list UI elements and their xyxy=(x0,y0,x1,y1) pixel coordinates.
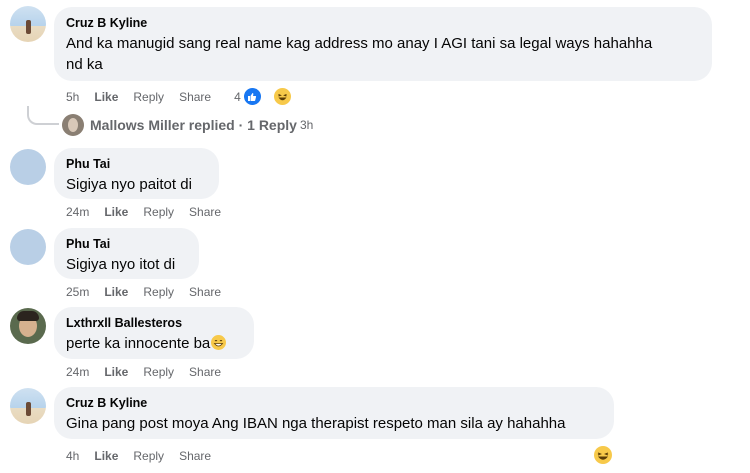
comment-time[interactable]: 24m xyxy=(66,205,89,219)
comment-text-line: nd ka xyxy=(66,56,103,73)
comment-time[interactable]: 25m xyxy=(66,285,89,299)
share-button[interactable]: Share xyxy=(189,365,221,379)
haha-icon xyxy=(272,87,292,106)
comment-text: Sigiya nyo paitot di xyxy=(66,176,192,193)
comment-bubble: Cruz B Kyline Gina pang post moya Ang IB… xyxy=(54,387,614,439)
comment-actions: 24m Like Reply Share xyxy=(66,365,236,379)
avatar[interactable] xyxy=(10,388,46,424)
share-button[interactable]: Share xyxy=(189,205,221,219)
reactions[interactable] xyxy=(242,87,307,106)
like-button[interactable]: Like xyxy=(104,285,128,299)
reply-button[interactable]: Reply xyxy=(143,285,174,299)
comment-bubble: Cruz B Kyline And ka manugid sang real n… xyxy=(54,7,712,81)
avatar xyxy=(62,114,84,136)
comment-text-line: And ka manugid sang real name kag addres… xyxy=(66,35,653,52)
grin-emoji-icon xyxy=(211,335,227,350)
avatar[interactable] xyxy=(10,149,46,185)
share-button[interactable]: Share xyxy=(179,90,211,104)
reply-summary-text[interactable]: Mallows Miller replied · 1 Reply xyxy=(90,117,297,133)
comment-text: perte ka innocente ba xyxy=(66,333,242,354)
reply-button[interactable]: Reply xyxy=(143,365,174,379)
comment-author[interactable]: Phu Tai xyxy=(66,156,207,172)
comment-text: Gina pang post moya Ang IBAN nga therapi… xyxy=(66,415,566,432)
share-button[interactable]: Share xyxy=(179,449,211,463)
reply-button[interactable]: Reply xyxy=(143,205,174,219)
comment-text: Sigiya nyo itot di xyxy=(66,256,176,273)
like-button[interactable]: Like xyxy=(104,205,128,219)
comment-text: And ka manugid sang real name kag addres… xyxy=(66,33,700,75)
comment-actions: 24m Like Reply Share xyxy=(66,205,236,219)
comment-time[interactable]: 4h xyxy=(66,449,79,463)
comment-bubble: Phu Tai Sigiya nyo itot di xyxy=(54,228,199,279)
comment-bubble: Lxthrxll Ballesteros perte ka innocente … xyxy=(54,307,254,359)
reply-button[interactable]: Reply xyxy=(133,90,164,104)
reply-button[interactable]: Reply xyxy=(133,449,164,463)
avatar[interactable] xyxy=(10,6,46,42)
reply-summary-time: 3h xyxy=(299,118,314,132)
like-button[interactable]: Like xyxy=(94,449,118,463)
avatar[interactable] xyxy=(10,229,46,265)
comment-author[interactable]: Phu Tai xyxy=(66,236,187,252)
like-button[interactable]: Like xyxy=(94,90,118,104)
comment-bubble: Phu Tai Sigiya nyo paitot di xyxy=(54,148,219,199)
share-button[interactable]: Share xyxy=(189,285,221,299)
comment-actions: 4h Like Reply Share xyxy=(66,449,226,463)
comment-time[interactable]: 24m xyxy=(66,365,89,379)
comment-text-content: perte ka innocente ba xyxy=(66,335,211,352)
like-icon xyxy=(242,87,262,106)
comment-actions: 5h Like Reply Share 4 xyxy=(66,87,307,106)
comment-author[interactable]: Lxthrxll Ballesteros xyxy=(66,315,242,331)
comment-time[interactable]: 5h xyxy=(66,90,79,104)
reply-summary[interactable]: Mallows Miller replied · 1 Reply 3h xyxy=(62,114,313,136)
comment-actions: 25m Like Reply Share xyxy=(66,285,236,299)
comment-author[interactable]: Cruz B Kyline xyxy=(66,395,602,411)
thread-connector xyxy=(27,106,59,125)
like-button[interactable]: Like xyxy=(104,365,128,379)
comment-author[interactable]: Cruz B Kyline xyxy=(66,15,700,31)
reaction-count[interactable]: 4 xyxy=(234,90,241,104)
haha-reaction-icon[interactable] xyxy=(594,446,612,464)
avatar[interactable] xyxy=(10,308,46,344)
